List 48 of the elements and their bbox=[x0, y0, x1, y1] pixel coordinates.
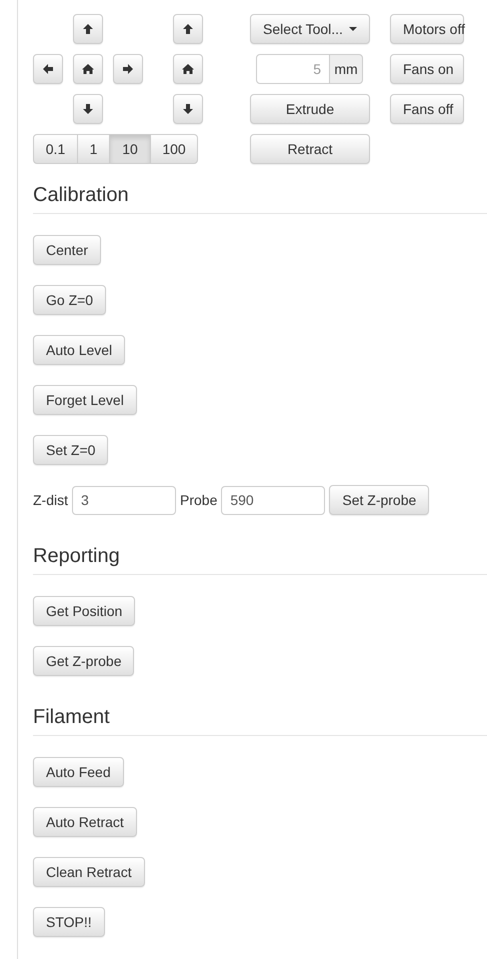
zdist-field[interactable]: 3 bbox=[72, 486, 176, 514]
home-button[interactable] bbox=[73, 54, 103, 84]
field-label: Probe bbox=[180, 490, 218, 510]
left-button[interactable] bbox=[33, 54, 63, 84]
action-button[interactable]: Set Z=0 bbox=[33, 435, 108, 465]
left-arrow-icon bbox=[42, 63, 54, 75]
action-button[interactable]: Auto Level bbox=[33, 335, 126, 365]
action-button[interactable]: STOP!! bbox=[33, 907, 105, 937]
action-button[interactable]: Forget Level bbox=[33, 385, 137, 415]
down-arrow-icon bbox=[182, 103, 194, 115]
action-button[interactable]: Get Z-probe bbox=[33, 646, 134, 676]
right-button[interactable] bbox=[113, 54, 143, 84]
power-button[interactable]: Fans on bbox=[390, 54, 464, 84]
section-heading: Reporting bbox=[33, 545, 487, 575]
up-arrow-icon bbox=[82, 23, 94, 35]
action-button[interactable]: Auto Retract bbox=[33, 807, 137, 837]
set-probe-button[interactable]: Set Z-probe bbox=[329, 485, 430, 515]
field-label: Z-dist bbox=[33, 490, 68, 510]
action-button[interactable]: Clean Retract bbox=[33, 857, 145, 887]
right-arrow-icon bbox=[122, 63, 134, 75]
section-heading: Filament bbox=[33, 706, 487, 736]
probe-field[interactable]: 590 bbox=[221, 486, 326, 514]
step-button[interactable]: 1 bbox=[77, 134, 110, 164]
extruder-button[interactable]: Extrude bbox=[250, 94, 370, 124]
up-button[interactable] bbox=[73, 14, 103, 44]
action-button[interactable]: Center bbox=[33, 235, 102, 265]
down-button[interactable] bbox=[173, 94, 203, 124]
power-button[interactable]: Motors off bbox=[390, 14, 464, 44]
extruder-button[interactable]: Retract bbox=[250, 134, 370, 164]
up-arrow-icon bbox=[182, 23, 194, 35]
home-icon bbox=[82, 63, 94, 75]
down-arrow-icon bbox=[82, 103, 94, 115]
down-button[interactable] bbox=[73, 94, 103, 124]
step-button[interactable]: 100 bbox=[150, 134, 198, 164]
home-button[interactable] bbox=[173, 54, 203, 84]
step-button[interactable]: 0.1 bbox=[33, 134, 78, 164]
tool-select[interactable]: Select Tool... bbox=[250, 14, 370, 44]
action-button[interactable]: Get Position bbox=[33, 596, 136, 626]
unit-label: mm bbox=[329, 54, 363, 84]
up-button[interactable] bbox=[173, 14, 203, 44]
home-icon bbox=[182, 63, 194, 75]
step-button[interactable]: 10 bbox=[109, 134, 151, 164]
action-button[interactable]: Go Z=0 bbox=[33, 285, 106, 315]
section-heading: Calibration bbox=[33, 184, 487, 214]
caret-icon bbox=[348, 27, 357, 31]
power-button[interactable]: Fans off bbox=[390, 94, 464, 124]
action-button[interactable]: Auto Feed bbox=[33, 757, 124, 787]
amount-field[interactable]: 5 bbox=[256, 54, 330, 84]
